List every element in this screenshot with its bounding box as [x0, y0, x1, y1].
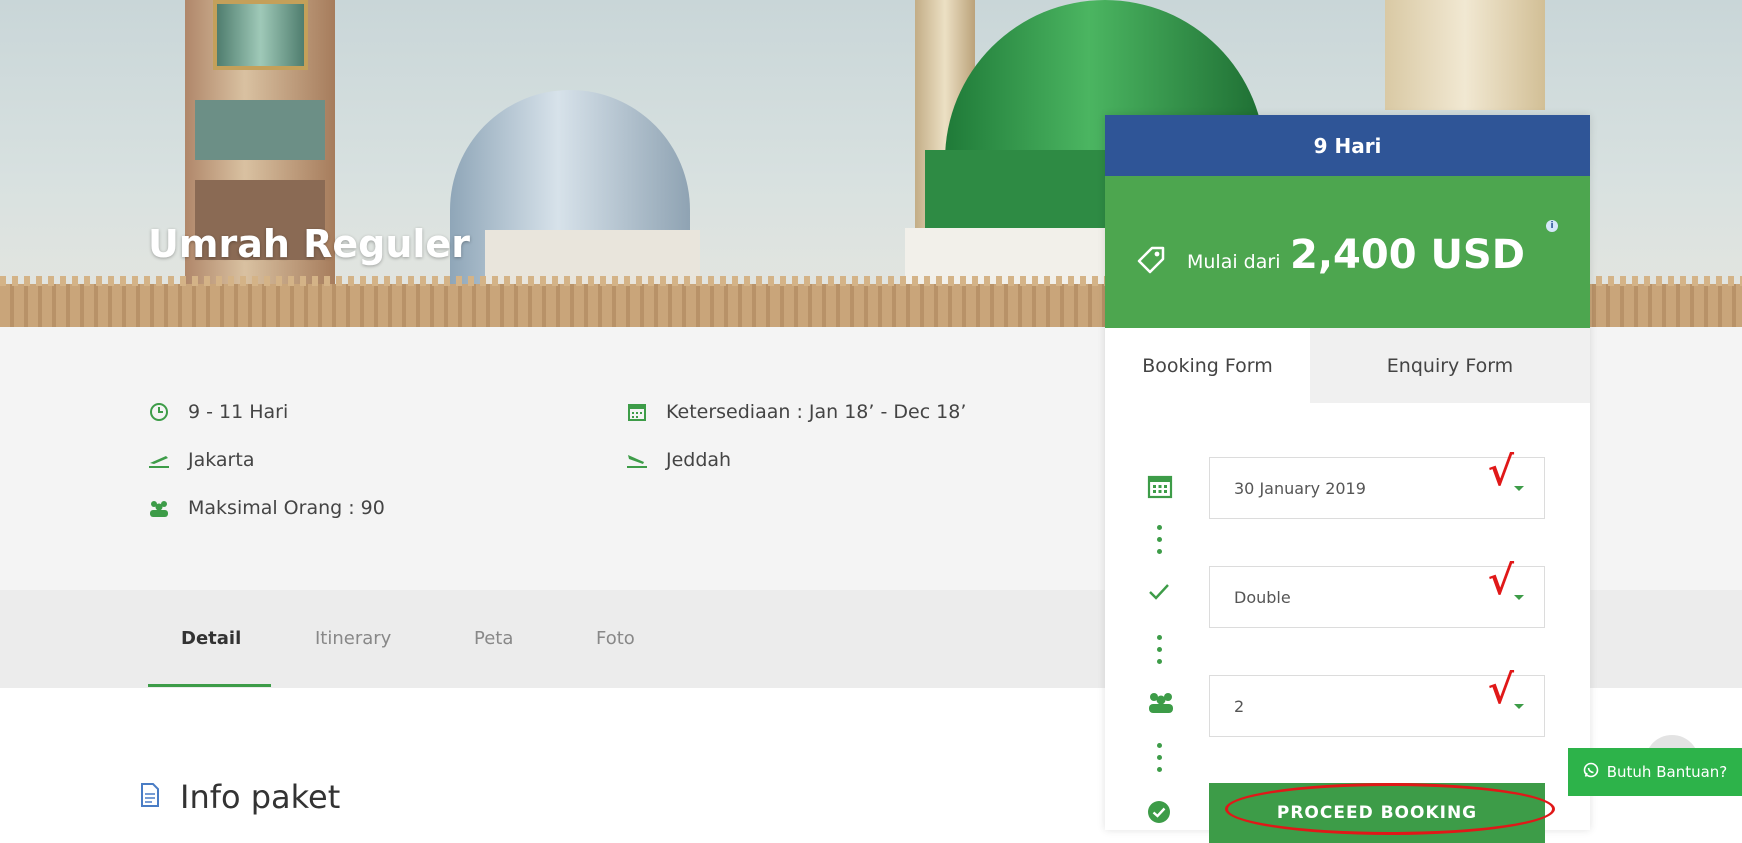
step-connector: [1157, 743, 1162, 779]
price-value: 2,400 USD: [1290, 232, 1525, 278]
room-type-value: Double: [1234, 587, 1291, 607]
check-circle-icon: [1147, 800, 1171, 828]
users-icon: [1147, 690, 1175, 718]
tab-peta[interactable]: Peta: [474, 628, 513, 649]
section-heading: Info paket: [140, 778, 340, 816]
users-icon: [148, 497, 170, 519]
detail-availability: Ketersediaan : Jan 18’ - Dec 18’: [626, 401, 966, 423]
arrival-text: Jeddah: [666, 449, 732, 471]
detail-max-people: Maksimal Orang : 90: [148, 497, 385, 519]
page-title: Umrah Reguler: [148, 222, 470, 266]
tab-foto[interactable]: Foto: [596, 628, 635, 649]
price-box: Mulai dari 2,400 USD i: [1105, 176, 1590, 328]
help-button[interactable]: Butuh Bantuan?: [1568, 748, 1742, 796]
active-tab-indicator: [148, 684, 271, 687]
annotation-check-mark: √: [1487, 557, 1514, 604]
room-type-select[interactable]: Double √: [1209, 557, 1545, 628]
checkmark-icon: [1147, 582, 1171, 606]
calendar-icon: [626, 401, 648, 423]
departure-text: Jakarta: [188, 449, 255, 471]
people-count-value: 2: [1234, 696, 1245, 716]
form-tabs: Booking Form Enquiry Form: [1105, 328, 1590, 403]
annotation-check-mark: √: [1487, 448, 1514, 495]
chevron-down-icon: [1514, 486, 1524, 491]
step-connector: [1157, 525, 1162, 561]
step-connector: [1157, 635, 1162, 671]
chevron-down-icon: [1514, 704, 1524, 709]
booking-panel: 9 Hari Mulai dari 2,400 USD i Booking Fo…: [1105, 115, 1590, 843]
detail-duration: 9 - 11 Hari: [148, 401, 288, 423]
date-value: 30 January 2019: [1234, 478, 1366, 498]
duration-banner: 9 Hari: [1105, 115, 1590, 176]
duration-text: 9 - 11 Hari: [188, 401, 289, 423]
price-tag-icon: [1135, 244, 1167, 280]
plane-departure-icon: [148, 449, 170, 471]
whatsapp-icon: [1583, 762, 1599, 782]
chevron-down-icon: [1514, 595, 1524, 600]
section-title-text: Info paket: [180, 778, 341, 816]
tab-itinerary[interactable]: Itinerary: [315, 628, 391, 649]
minaret-right-image: [1385, 0, 1545, 110]
tab-detail[interactable]: Detail: [181, 628, 241, 649]
info-icon[interactable]: i: [1546, 220, 1558, 232]
clock-icon: [148, 401, 170, 423]
document-icon: [140, 783, 160, 811]
availability-text: Ketersediaan : Jan 18’ - Dec 18’: [666, 401, 967, 423]
tab-booking-form[interactable]: Booking Form: [1105, 328, 1310, 403]
annotation-check-mark: √: [1487, 666, 1514, 713]
calendar-icon: [1147, 473, 1173, 503]
price-prefix: Mulai dari: [1187, 251, 1281, 273]
proceed-booking-button[interactable]: PROCEED BOOKING: [1209, 783, 1545, 843]
plane-arrival-icon: [626, 449, 648, 471]
tab-enquiry-form[interactable]: Enquiry Form: [1310, 328, 1590, 403]
help-label: Butuh Bantuan?: [1606, 763, 1728, 781]
max-people-text: Maksimal Orang : 90: [188, 497, 385, 519]
people-count-select[interactable]: 2 √: [1209, 666, 1545, 737]
date-select[interactable]: 30 January 2019 √: [1209, 448, 1545, 519]
detail-arrival: Jeddah: [626, 449, 731, 471]
detail-departure: Jakarta: [148, 449, 254, 471]
